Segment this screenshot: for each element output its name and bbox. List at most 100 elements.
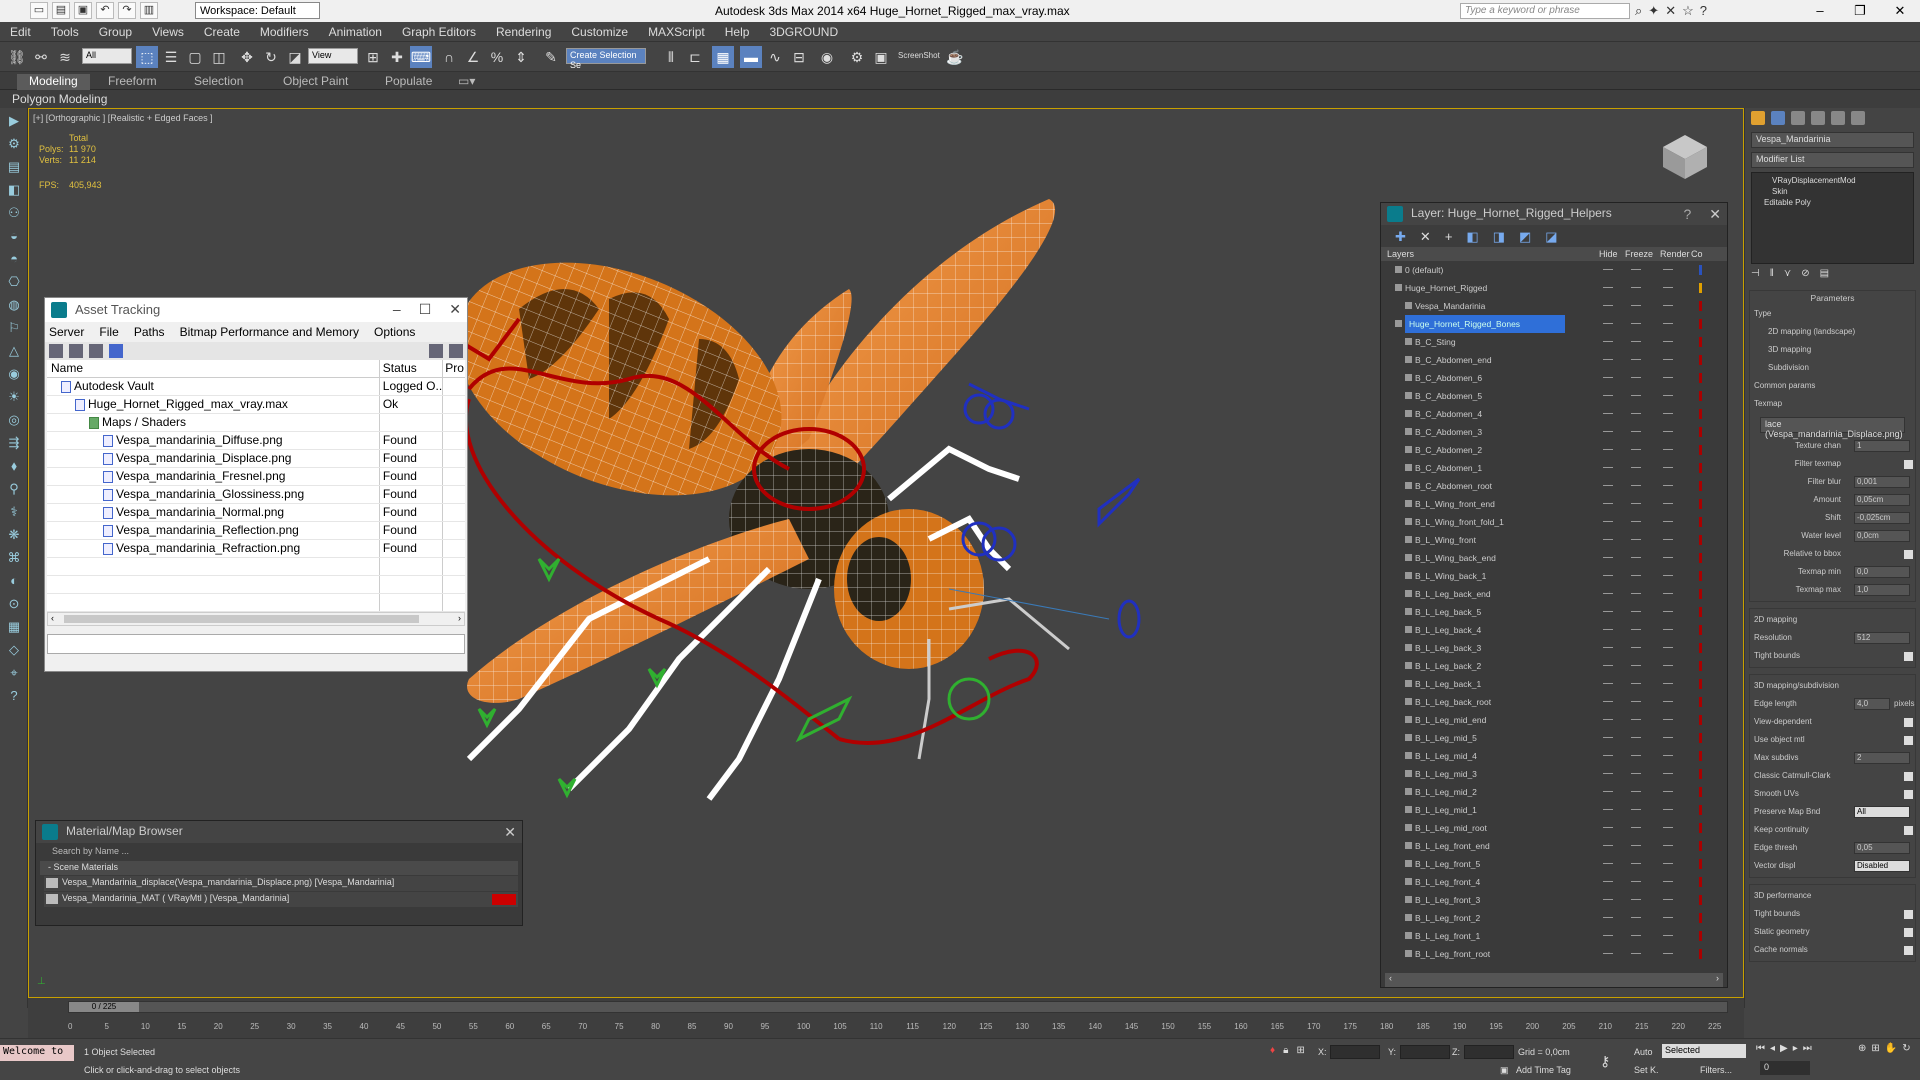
hornet-model[interactable] [409,139,1409,939]
render-toggle[interactable] [1663,935,1673,936]
freeze-toggle[interactable] [1631,755,1641,756]
layer-row[interactable]: B_C_Abdomen_2 [1381,441,1727,459]
layer-color-swatch[interactable] [1699,715,1702,725]
hide-toggle[interactable] [1603,305,1613,306]
settings-icon[interactable]: ⚙ [4,134,24,154]
render-toggle[interactable] [1663,863,1673,864]
param-field[interactable]: 0,05cm [1854,494,1910,506]
hide-all-icon[interactable]: ◩ [1519,229,1531,244]
help-icon[interactable]: ? [1700,3,1707,19]
render-toggle[interactable] [1663,395,1673,396]
y-coord-field[interactable] [1400,1045,1450,1059]
layer-color-swatch[interactable] [1699,787,1702,797]
key-filters-button[interactable]: Filters... [1700,1065,1732,1075]
material-item[interactable]: Vespa_Mandarinia_MAT ( VRayMtl ) [Vespa_… [44,892,518,907]
tab-selection[interactable]: Selection [194,74,243,88]
menu-item[interactable]: Modifiers [250,22,319,39]
tight-bounds-checkbox[interactable] [1904,652,1913,661]
render-toggle[interactable] [1663,791,1673,792]
tab-freeform[interactable]: Freeform [108,74,157,88]
freeze-toggle[interactable] [1631,791,1641,792]
layer-color-swatch[interactable] [1699,265,1702,275]
layer-row[interactable]: B_L_Leg_front_5 [1381,855,1727,873]
freeze-toggle[interactable] [1631,431,1641,432]
hide-toggle[interactable] [1603,269,1613,270]
layer-color-swatch[interactable] [1699,427,1702,437]
layer-manager-icon[interactable]: ▦ [712,46,734,68]
highlight-layer-icon[interactable]: ◨ [1493,229,1505,244]
hide-toggle[interactable] [1603,323,1613,324]
freeze-toggle[interactable] [1631,917,1641,918]
hide-toggle[interactable] [1603,629,1613,630]
col-name[interactable]: Name [47,360,380,377]
add-time-tag[interactable]: Add Time Tag [1516,1065,1571,1075]
menu-item[interactable]: Edit [0,22,41,39]
restore-icon[interactable]: ❐ [1840,0,1880,22]
screenshot-label[interactable]: ScreenShot [898,51,940,60]
asset-menu-bitmap[interactable]: Bitmap Performance and Memory [180,325,359,339]
hide-toggle[interactable] [1603,593,1613,594]
param-field[interactable]: 1 [1854,440,1910,452]
layer-row[interactable]: B_L_Leg_mid_5 [1381,729,1727,747]
freeze-toggle[interactable] [1631,737,1641,738]
layer-row[interactable]: B_L_Leg_back_4 [1381,621,1727,639]
tools-icon[interactable]: ✦ [1648,3,1659,19]
layer-color-swatch[interactable] [1699,769,1702,779]
hide-toggle[interactable] [1603,539,1613,540]
render-toggle[interactable] [1663,485,1673,486]
type-option-2d[interactable]: 2D mapping (landscape) [1754,323,1911,341]
classic-catmull-checkbox[interactable] [1904,772,1913,781]
hide-toggle[interactable] [1603,719,1613,720]
remove-mod-icon[interactable]: ⊘ [1801,268,1809,284]
new-layer-icon[interactable]: ✚ [1395,229,1406,244]
schematic-view-icon[interactable]: ⊟ [788,46,810,68]
render-toggle[interactable] [1663,881,1673,882]
layer-row[interactable]: B_C_Abdomen_root [1381,477,1727,495]
command-icon[interactable]: ⌘ [4,548,24,568]
teapot-render-icon[interactable]: ☕ [944,46,966,68]
keyboard-shortcut-icon[interactable]: ⌨ [410,46,432,68]
asset-path-field[interactable] [47,634,465,654]
hide-toggle[interactable] [1603,485,1613,486]
col-pro[interactable]: Pro [443,360,465,377]
flag-icon[interactable]: ⚐ [4,318,24,338]
render-toggle[interactable] [1663,845,1673,846]
hide-toggle[interactable] [1603,449,1613,450]
render-toggle[interactable] [1663,755,1673,756]
edge-thresh-field[interactable]: 0,05 [1854,842,1910,854]
tab-object-paint[interactable]: Object Paint [283,74,348,88]
layers-icon[interactable]: ▤ [4,157,24,177]
go-to-end-icon[interactable]: ⏭ [1803,1043,1812,1054]
render-toggle[interactable] [1663,341,1673,342]
render-toggle[interactable] [1663,665,1673,666]
render-frame-icon[interactable]: ▣ [870,46,892,68]
freeze-toggle[interactable] [1631,719,1641,720]
asset-menu-options[interactable]: Options [374,325,415,339]
cylinder-icon[interactable]: ◓ [4,249,24,269]
pivot-icon[interactable]: ⊞ [362,46,384,68]
render-toggle[interactable] [1663,953,1673,954]
render-toggle[interactable] [1663,413,1673,414]
open-file-icon[interactable]: ▤ [52,2,70,19]
render-toggle[interactable] [1663,575,1673,576]
layer-color-swatch[interactable] [1699,589,1702,599]
bind-spacewarp-icon[interactable]: ≋ [54,46,76,68]
hide-toggle[interactable] [1603,647,1613,648]
menu-item[interactable]: 3DGROUND [759,22,848,39]
hide-toggle[interactable] [1603,287,1613,288]
layer-color-swatch[interactable] [1699,499,1702,509]
layer-color-swatch[interactable] [1699,409,1702,419]
render-toggle[interactable] [1663,503,1673,504]
param-checkbox[interactable] [1904,550,1913,559]
hide-toggle[interactable] [1603,791,1613,792]
rect-selection-icon[interactable]: ▢ [184,46,206,68]
freeze-toggle[interactable] [1631,287,1641,288]
texmap-button[interactable]: lace (Vespa_mandarinia_Displace.png) [1760,417,1905,439]
circle-icon[interactable]: ⊙ [4,594,24,614]
layer-color-swatch[interactable] [1699,625,1702,635]
material-search-input[interactable]: Search by Name ... [40,845,518,859]
time-ruler[interactable]: 0 5 10 15 20 25 30 35 40 45 50 55 60 65 70 75 80 85 90 95 10… [68,1016,1728,1036]
paint-icon[interactable]: ⚇ [4,203,24,223]
keep-continuity-checkbox[interactable] [1904,826,1913,835]
col-status[interactable]: Status [380,360,444,377]
